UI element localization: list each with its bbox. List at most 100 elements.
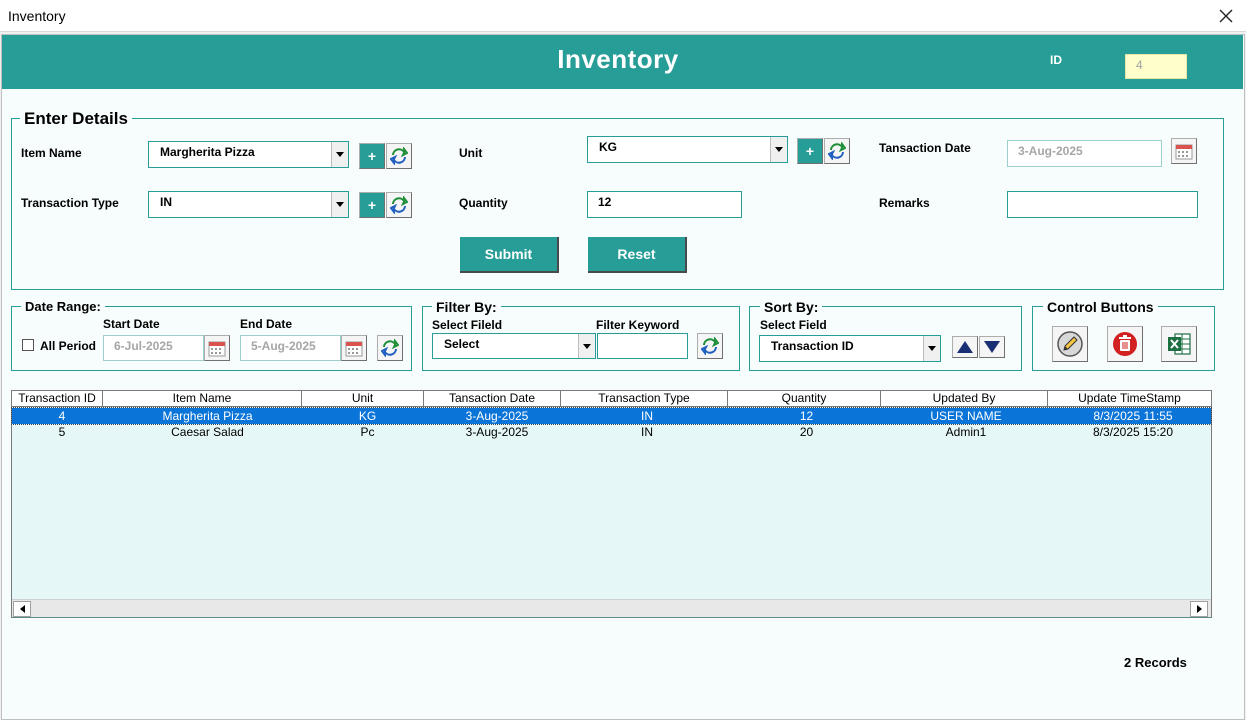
- chevron-down-icon: [775, 147, 783, 152]
- transaction-date-label: Tansaction Date: [879, 141, 971, 155]
- export-excel-button[interactable]: [1161, 326, 1197, 362]
- scroll-left-button[interactable]: [13, 601, 31, 617]
- start-date-picker-button[interactable]: [204, 335, 230, 361]
- remarks-label: Remarks: [879, 196, 930, 210]
- chevron-down-icon: [583, 343, 591, 349]
- cell-quantity: 20: [799, 425, 814, 439]
- close-button[interactable]: [1212, 2, 1240, 30]
- add-transaction-type-button[interactable]: +: [359, 192, 385, 218]
- calendar-icon: [1175, 144, 1193, 160]
- sort-descending-button[interactable]: [979, 336, 1005, 358]
- refresh-unit-button[interactable]: [824, 138, 850, 164]
- column-header-transaction-date[interactable]: Tansaction Date: [424, 391, 561, 407]
- filter-by-title: Filter By:: [432, 299, 501, 315]
- horizontal-scrollbar[interactable]: [12, 599, 1211, 617]
- transaction-date-picker-button[interactable]: [1171, 138, 1197, 164]
- refresh-icon: [390, 147, 408, 165]
- column-header-item-name[interactable]: Item Name: [103, 391, 302, 407]
- cell-unit: KG: [358, 409, 377, 423]
- sort-field-combo[interactable]: Transaction ID: [759, 335, 941, 362]
- transaction-type-dropdown-button[interactable]: [331, 192, 348, 217]
- add-unit-button[interactable]: +: [797, 138, 823, 164]
- chevron-right-icon: [1196, 605, 1202, 613]
- table-row[interactable]: 5 Caesar Salad Pc 3-Aug-2025 IN 20 Admin…: [12, 424, 1211, 440]
- cell-transaction-type: IN: [641, 409, 653, 423]
- refresh-icon: [828, 142, 846, 160]
- sort-ascending-button[interactable]: [952, 336, 978, 358]
- trash-icon: [1113, 332, 1137, 356]
- all-period-checkbox[interactable]: [22, 339, 34, 351]
- quantity-label: Quantity: [459, 196, 508, 210]
- plus-icon: +: [360, 144, 384, 168]
- id-field: 4: [1125, 54, 1187, 79]
- sort-field-label: Select Field: [760, 318, 827, 332]
- chevron-down-icon: [336, 202, 344, 207]
- filter-keyword-label: Filter Keyword: [596, 318, 680, 332]
- delete-button[interactable]: [1107, 326, 1143, 362]
- column-header-transaction-type[interactable]: Transaction Type: [561, 391, 728, 407]
- table-row[interactable]: 4 Margherita Pizza KG 3-Aug-2025 IN 12 U…: [11, 407, 1212, 425]
- excel-icon: [1168, 333, 1191, 355]
- start-date-label: Start Date: [103, 317, 160, 331]
- plus-icon: +: [360, 193, 384, 217]
- filter-field-label: Select Fileld: [432, 318, 503, 332]
- date-range-title: Date Range:: [21, 299, 105, 314]
- chevron-down-icon: [336, 152, 344, 157]
- add-item-button[interactable]: +: [359, 143, 385, 169]
- window-title: Inventory: [8, 8, 66, 24]
- quantity-field[interactable]: 12: [587, 191, 742, 218]
- column-header-update-timestamp[interactable]: Update TimeStamp: [1048, 391, 1211, 407]
- cell-unit: Pc: [360, 425, 375, 439]
- transactions-table[interactable]: Transaction ID Item Name Unit Tansaction…: [11, 390, 1212, 618]
- arrow-down-icon: [984, 341, 1000, 353]
- sort-field-dropdown-button[interactable]: [923, 336, 940, 361]
- chevron-down-icon: [928, 346, 936, 351]
- filter-keyword-field[interactable]: [597, 333, 688, 359]
- id-label: ID: [1050, 53, 1062, 67]
- transaction-type-combo[interactable]: IN: [148, 191, 349, 218]
- sort-field-value: Transaction ID: [771, 339, 854, 353]
- reset-button[interactable]: Reset: [588, 237, 687, 273]
- end-date-field[interactable]: 5-Aug-2025: [240, 335, 341, 361]
- arrow-up-icon: [957, 341, 973, 353]
- filter-field-dropdown-button[interactable]: [578, 334, 595, 358]
- scroll-right-button[interactable]: [1190, 601, 1208, 617]
- calendar-icon: [345, 341, 363, 357]
- cell-updated-by: USER NAME: [930, 409, 1002, 423]
- unit-dropdown-button[interactable]: [770, 137, 787, 162]
- cell-transaction-date: 3-Aug-2025: [465, 409, 529, 423]
- refresh-date-range-button[interactable]: [377, 335, 403, 361]
- calendar-icon: [208, 341, 226, 357]
- filter-field-value: Select: [444, 337, 480, 351]
- item-name-value: Margherita Pizza: [160, 145, 255, 159]
- transaction-date-field[interactable]: 3-Aug-2025: [1007, 140, 1162, 167]
- end-date-label: End Date: [240, 317, 293, 331]
- start-date-field[interactable]: 6-Jul-2025: [103, 335, 204, 361]
- edit-icon: [1057, 331, 1083, 357]
- item-name-dropdown-button[interactable]: [331, 142, 348, 167]
- cell-item-name: Margherita Pizza: [162, 409, 253, 423]
- unit-combo[interactable]: KG: [587, 136, 788, 163]
- edit-button[interactable]: [1052, 326, 1088, 362]
- cell-transaction-type: IN: [641, 425, 653, 439]
- enter-details-title: Enter Details: [20, 109, 132, 129]
- submit-button[interactable]: Submit: [460, 237, 559, 273]
- refresh-filter-button[interactable]: [697, 333, 723, 359]
- cell-quantity: 12: [799, 409, 814, 423]
- unit-value: KG: [599, 140, 617, 154]
- window-titlebar: [0, 0, 1246, 32]
- item-name-combo[interactable]: Margherita Pizza: [148, 141, 349, 168]
- cell-transaction-id: 4: [58, 409, 66, 423]
- column-header-unit[interactable]: Unit: [302, 391, 424, 407]
- column-header-transaction-id[interactable]: Transaction ID: [12, 391, 103, 407]
- remarks-field[interactable]: [1007, 191, 1198, 218]
- filter-field-combo[interactable]: Select: [432, 333, 596, 359]
- refresh-transaction-type-button[interactable]: [386, 192, 412, 218]
- chevron-left-icon: [19, 605, 25, 613]
- end-date-picker-button[interactable]: [341, 335, 367, 361]
- sort-by-title: Sort By:: [760, 299, 823, 315]
- refresh-item-button[interactable]: [386, 143, 412, 169]
- column-header-updated-by[interactable]: Updated By: [881, 391, 1048, 407]
- column-header-quantity[interactable]: Quantity: [728, 391, 881, 407]
- refresh-icon: [390, 196, 408, 214]
